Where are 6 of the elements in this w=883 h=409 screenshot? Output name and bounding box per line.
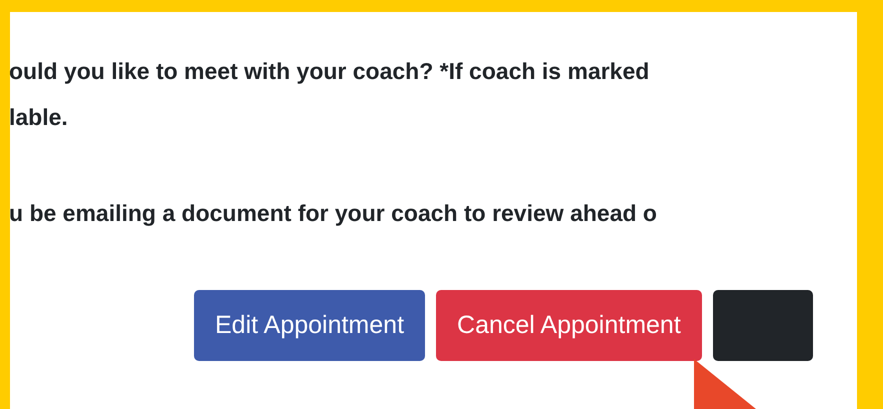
appointment-button[interactable]: Edit Appointment bbox=[194, 290, 426, 361]
appointment-button[interactable]: Cancel Appointment bbox=[436, 290, 702, 361]
button[interactable] bbox=[712, 290, 813, 361]
question-text: ould you like to meet with your coach? *If coach is marked bbox=[10, 57, 650, 86]
question-text: lable. bbox=[10, 103, 69, 132]
question-text: u be emailing a document for your coach to review ahead o bbox=[10, 199, 658, 228]
